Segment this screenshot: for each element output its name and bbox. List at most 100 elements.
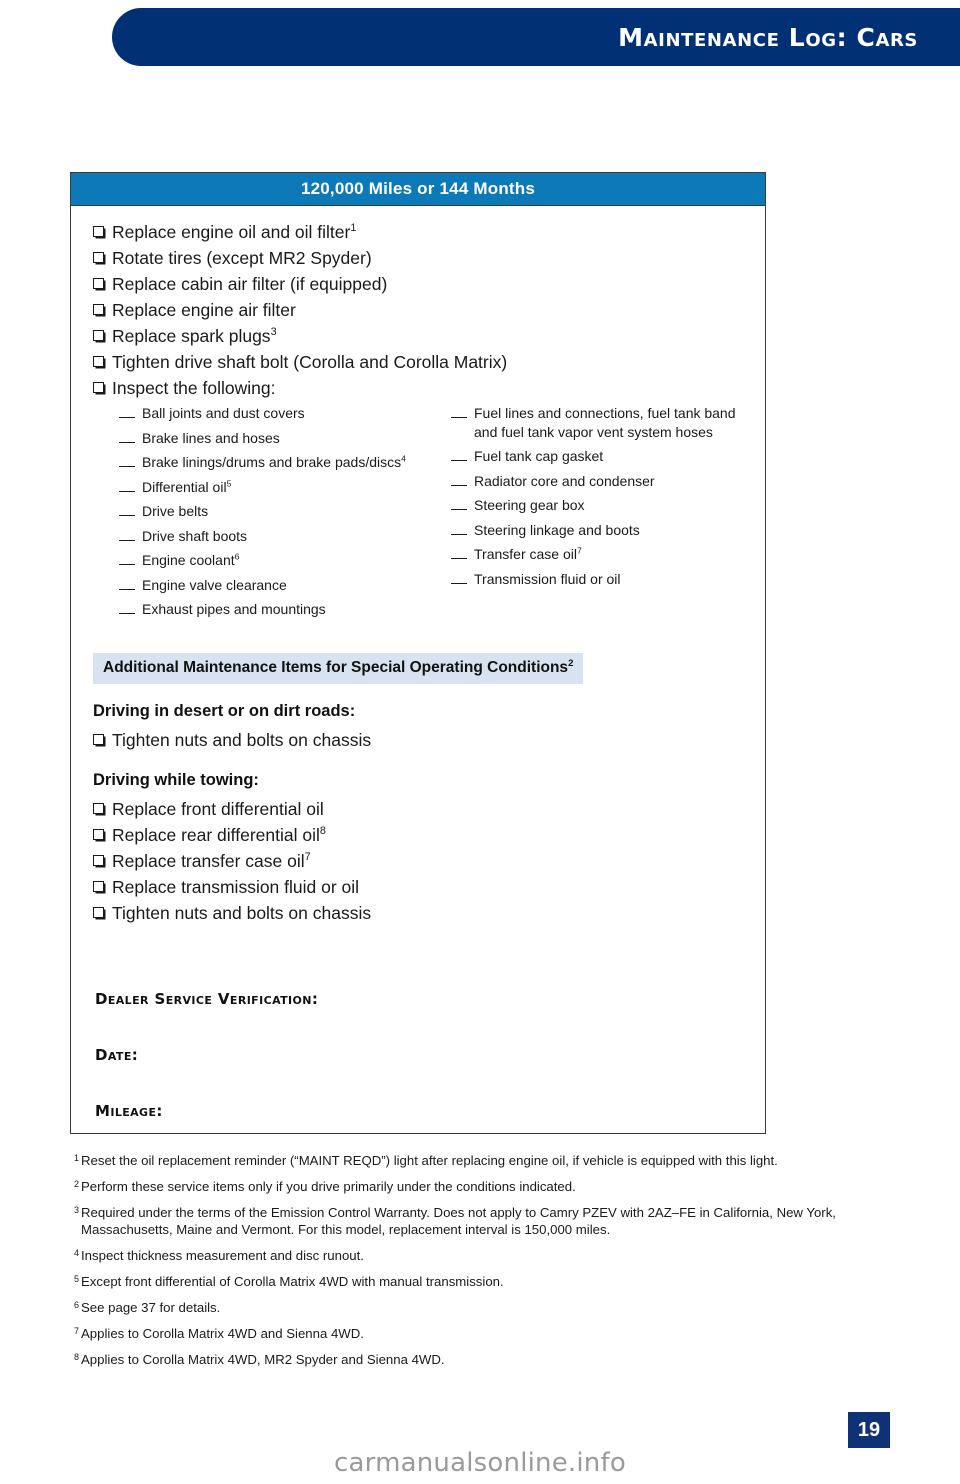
main-checklist: Replace engine oil and oil filter1 Rotate… bbox=[93, 220, 747, 401]
checkbox-icon[interactable] bbox=[93, 226, 104, 237]
blank-line-icon[interactable] bbox=[119, 466, 135, 467]
additional-maintenance-bar: Additional Maintenance Items for Special… bbox=[93, 652, 584, 684]
inspect-item[interactable]: Drive shaft boots bbox=[119, 527, 433, 546]
condition-heading: Driving while towing: bbox=[93, 770, 259, 789]
inspect-item-label: Brake lines and hoses bbox=[142, 429, 280, 446]
footnote: 4 Inspect thickness measurement and disc … bbox=[74, 1247, 874, 1264]
inspect-item[interactable]: Fuel lines and connections, fuel tank ba… bbox=[451, 404, 747, 441]
checklist-item[interactable]: Tighten nuts and bolts on chassis bbox=[93, 728, 747, 753]
checkbox-icon[interactable] bbox=[93, 278, 104, 289]
blank-line-icon[interactable] bbox=[119, 539, 135, 541]
inspect-column-left: Ball joints and dust covers Brake lines a… bbox=[119, 404, 433, 625]
footnote: 5 Except front differential of Corolla Ma… bbox=[74, 1273, 874, 1290]
checklist-item[interactable]: Replace cabin air filter (if equipped) bbox=[93, 272, 747, 297]
checkbox-icon[interactable] bbox=[93, 906, 104, 918]
blank-line-icon[interactable] bbox=[119, 588, 135, 590]
inspect-item-label: Transfer case oil7 bbox=[474, 545, 582, 562]
footnote-ref: 5 bbox=[226, 477, 232, 488]
blank-line-icon[interactable] bbox=[451, 533, 467, 535]
checklist-item[interactable]: Tighten drive shaft bolt (Corolla and Co… bbox=[93, 350, 747, 375]
inspect-item[interactable]: Brake linings/drums and brake pads/discs… bbox=[119, 453, 433, 472]
footnote-ref: 4 bbox=[401, 453, 406, 464]
inspect-item[interactable]: Transfer case oil7 bbox=[451, 545, 747, 564]
checklist-item-label: Tighten nuts and bolts on chassis bbox=[112, 902, 372, 923]
blank-line-icon[interactable] bbox=[451, 484, 467, 486]
blank-line-icon[interactable] bbox=[451, 417, 467, 418]
checkbox-icon[interactable] bbox=[93, 854, 104, 866]
dealer-verification-block: Dealer Service Verification: Date: Milea… bbox=[93, 990, 747, 1120]
inspect-item-label: Engine valve clearance bbox=[142, 576, 287, 593]
checkbox-icon[interactable] bbox=[93, 330, 104, 341]
blank-line-icon[interactable] bbox=[451, 558, 467, 559]
checkbox-icon[interactable] bbox=[93, 252, 104, 263]
checklist-item[interactable]: Rotate tires (except MR2 Spyder) bbox=[93, 246, 747, 271]
checkbox-icon[interactable] bbox=[93, 880, 104, 892]
checklist-item-label: Replace cabin air filter (if equipped) bbox=[112, 274, 388, 294]
inspect-item-label: Brake linings/drums and brake pads/discs… bbox=[142, 453, 406, 470]
inspect-item[interactable]: Steering linkage and boots bbox=[451, 521, 747, 540]
checklist-item[interactable]: Replace transfer case oil7 bbox=[93, 849, 747, 874]
blank-line-icon[interactable] bbox=[451, 460, 467, 461]
blank-line-icon[interactable] bbox=[451, 582, 467, 584]
checklist-item-label: Replace spark plugs3 bbox=[112, 326, 277, 346]
checklist-item[interactable]: Replace spark plugs3 bbox=[93, 324, 747, 349]
inspect-item[interactable]: Steering gear box bbox=[451, 496, 747, 515]
page-header-banner: Maintenance Log: Cars bbox=[112, 8, 960, 66]
condition-heading: Driving in desert or on dirt roads: bbox=[93, 701, 356, 720]
inspect-item[interactable]: Engine coolant6 bbox=[119, 551, 433, 570]
inspect-item[interactable]: Fuel tank cap gasket bbox=[451, 447, 747, 466]
footnote: 1 Reset the oil replacement reminder (“MA… bbox=[74, 1152, 874, 1169]
checklist-item-label: Replace rear differential oil8 bbox=[112, 824, 326, 845]
inspect-item-label: Exhaust pipes and mountings bbox=[142, 601, 326, 617]
mileage-label: Mileage: bbox=[95, 1101, 163, 1120]
checklist-item[interactable]: Replace front differential oil bbox=[93, 797, 747, 822]
footnote-marker: 6 bbox=[74, 1300, 80, 1310]
inspect-item[interactable]: Transmission fluid or oil bbox=[451, 570, 747, 589]
checklist-item-label: Tighten nuts and bolts on chassis bbox=[112, 729, 372, 750]
blank-line-icon[interactable] bbox=[451, 509, 467, 510]
checkbox-icon[interactable] bbox=[93, 356, 104, 367]
blank-line-icon[interactable] bbox=[119, 441, 135, 443]
checklist-item[interactable]: Inspect the following: bbox=[93, 376, 747, 401]
inspect-item-label: Ball joints and dust covers bbox=[142, 405, 305, 421]
inspect-item[interactable]: Radiator core and condenser bbox=[451, 472, 747, 491]
inspect-item-label: Steering linkage and boots bbox=[474, 521, 640, 538]
footnote-ref: 7 bbox=[576, 545, 582, 556]
inspect-item[interactable]: Brake lines and hoses bbox=[119, 429, 433, 448]
blank-line-icon[interactable] bbox=[119, 490, 135, 492]
inspect-list-left: Ball joints and dust covers Brake lines a… bbox=[119, 404, 433, 619]
checklist-item[interactable]: Replace engine air filter bbox=[93, 298, 747, 323]
inspect-item[interactable]: Drive belts bbox=[119, 502, 433, 521]
inspect-item[interactable]: Differential oil5 bbox=[119, 478, 433, 497]
site-watermark: carmanualsonline.info bbox=[334, 1448, 626, 1478]
checkbox-icon[interactable] bbox=[93, 828, 104, 840]
inspect-item[interactable]: Ball joints and dust covers bbox=[119, 404, 433, 423]
inspect-item-label: Transmission fluid or oil bbox=[474, 570, 621, 587]
checkbox-icon[interactable] bbox=[93, 733, 104, 745]
footnote-text: Except front differential of Corolla Mat… bbox=[81, 1274, 504, 1289]
checkbox-icon[interactable] bbox=[93, 304, 104, 315]
checklist-item[interactable]: Replace transmission fluid or oil bbox=[93, 875, 747, 900]
checkbox-icon[interactable] bbox=[93, 802, 104, 814]
blank-line-icon[interactable] bbox=[119, 515, 135, 516]
page-number-badge: 19 bbox=[848, 1412, 890, 1448]
checklist-item[interactable]: Replace rear differential oil8 bbox=[93, 823, 747, 848]
checklist-item-label: Replace transmission fluid or oil bbox=[112, 876, 360, 897]
condition-group: Driving while towing: Replace front diffe… bbox=[93, 771, 747, 926]
checklist-item[interactable]: Replace engine oil and oil filter1 bbox=[93, 220, 747, 245]
inspect-item[interactable]: Engine valve clearance bbox=[119, 576, 433, 595]
blank-line-icon[interactable] bbox=[119, 613, 135, 614]
footnote: 7 Applies to Corolla Matrix 4WD and Sienn… bbox=[74, 1325, 874, 1342]
blank-line-icon[interactable] bbox=[119, 564, 135, 565]
additional-maintenance-label: Additional Maintenance Items for Special… bbox=[103, 658, 569, 676]
checkbox-icon[interactable] bbox=[93, 382, 104, 393]
footnote-marker: 5 bbox=[74, 1274, 80, 1284]
footnote: 6 See page 37 for details. bbox=[74, 1299, 874, 1316]
footnote-marker: 4 bbox=[74, 1248, 80, 1258]
footnote-ref: 8 bbox=[319, 824, 326, 837]
footnote-text: Perform these service items only if you … bbox=[81, 1179, 576, 1194]
checklist-item[interactable]: Tighten nuts and bolts on chassis bbox=[93, 901, 747, 926]
blank-line-icon[interactable] bbox=[119, 417, 135, 418]
inspect-item[interactable]: Exhaust pipes and mountings bbox=[119, 600, 433, 619]
footnote-text: Applies to Corolla Matrix 4WD, MR2 Spyde… bbox=[81, 1352, 445, 1367]
